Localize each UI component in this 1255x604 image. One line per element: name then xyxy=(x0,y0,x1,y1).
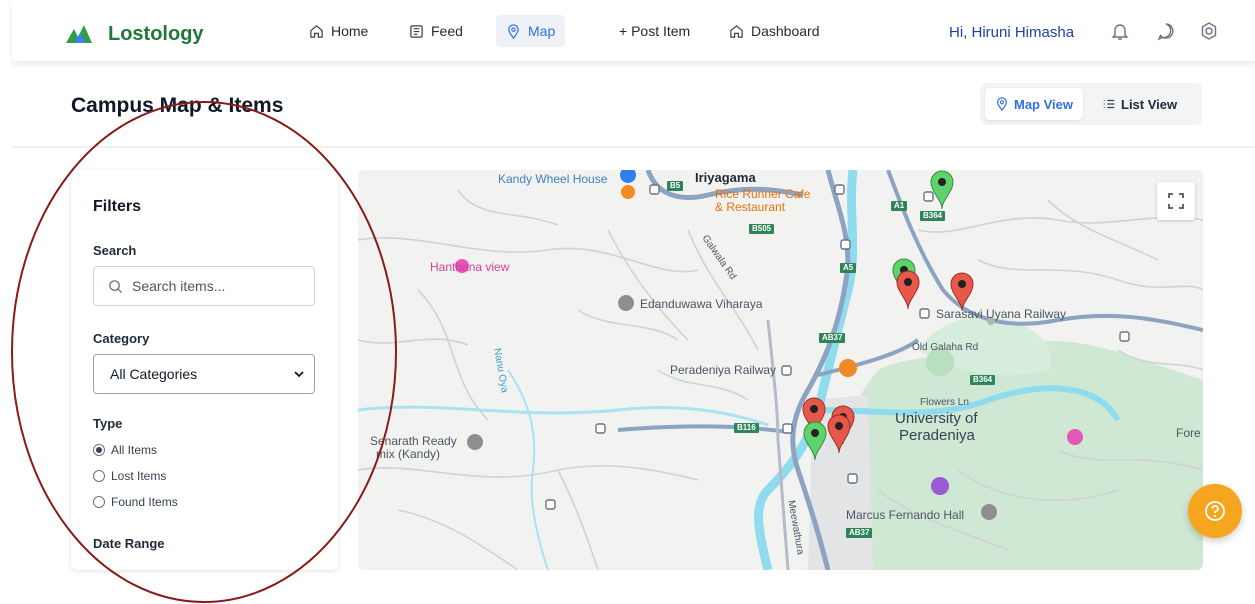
road-tag-ab37-1: AB37 xyxy=(819,333,846,343)
fullscreen-button[interactable] xyxy=(1157,182,1195,220)
help-icon xyxy=(1205,501,1225,521)
bell-icon[interactable] xyxy=(1109,20,1131,42)
map-label-uop-2: Peradeniya xyxy=(899,427,975,444)
type-option-found-label: Found Items xyxy=(111,495,178,509)
road-tag-a5: A5 xyxy=(840,263,857,273)
nav-map-label: Map xyxy=(528,23,556,39)
radio-found-items[interactable] xyxy=(93,496,105,508)
help-button[interactable] xyxy=(1188,484,1242,538)
filters-title: Filters xyxy=(93,198,142,215)
found-item-pin[interactable] xyxy=(802,421,828,461)
dashboard-icon xyxy=(730,24,743,38)
top-navbar: Lostology Home Feed Map + Post Item Dash… xyxy=(12,0,1255,62)
map-view-button[interactable]: Map View xyxy=(985,88,1084,120)
type-option-all-label: All Items xyxy=(111,443,158,457)
search-icon xyxy=(109,280,123,294)
map-label-senarath-1: Senarath Ready xyxy=(370,434,457,448)
nav-post-item-label: + Post Item xyxy=(619,23,691,39)
radio-all-items[interactable] xyxy=(93,444,105,456)
view-toggle: Map View List View xyxy=(980,83,1202,125)
map-label-peradeniya-railway: Peradeniya Railway xyxy=(670,363,777,377)
page-title: Campus Map & Items xyxy=(71,94,284,117)
brand[interactable]: Lostology xyxy=(64,18,204,50)
road-tag-b364-2: B364 xyxy=(970,375,996,385)
category-select[interactable]: All Categories xyxy=(93,354,315,394)
type-option-all[interactable]: All Items xyxy=(93,443,157,457)
road-tag-b116: B116 xyxy=(734,423,759,433)
map-label-flowers: Flowers Ln xyxy=(920,397,969,408)
lost-item-pin[interactable] xyxy=(895,270,921,310)
chevron-down-icon xyxy=(294,371,304,378)
settings-icon[interactable] xyxy=(1198,20,1220,42)
map-label-uop-1: University of xyxy=(895,410,978,427)
fullscreen-icon xyxy=(1168,193,1184,209)
feed-icon xyxy=(410,24,423,38)
nav-dashboard-label: Dashboard xyxy=(751,23,820,39)
type-label: Type xyxy=(93,416,123,431)
map-label-marcus: Marcus Fernando Hall xyxy=(846,508,965,522)
brand-logo-icon xyxy=(66,25,92,43)
map-label-fore: Fore xyxy=(1176,426,1201,440)
search-input[interactable] xyxy=(132,275,302,297)
map-label-hanthana: Hanthana view xyxy=(430,260,510,274)
lost-item-pin[interactable] xyxy=(826,414,852,454)
road-tag-ab37-2: AB37 xyxy=(846,528,873,538)
filters-panel: Filters Search Category All Categories T… xyxy=(71,170,338,570)
campus-map[interactable]: Kandy Wheel House Iriyagama Rice Runner … xyxy=(358,170,1203,570)
road-tag-b364-1: B364 xyxy=(920,211,946,221)
list-view-label: List View xyxy=(1121,96,1178,112)
search-label: Search xyxy=(93,243,137,258)
road-tag-b505: B505 xyxy=(749,224,775,234)
nav-feed-label: Feed xyxy=(431,23,463,39)
lost-item-pin[interactable] xyxy=(949,272,975,312)
map-label-edanduwawa: Edanduwawa Viharaya xyxy=(640,297,763,311)
found-item-pin[interactable] xyxy=(929,170,955,210)
page: Lostology Home Feed Map + Post Item Dash… xyxy=(0,0,1255,604)
user-greeting[interactable]: Hi, Hiruni Himasha xyxy=(949,24,1074,41)
home-icon xyxy=(310,24,323,38)
type-option-lost[interactable]: Lost Items xyxy=(93,469,166,483)
search-field[interactable] xyxy=(93,266,315,306)
brand-name: Lostology xyxy=(108,22,204,45)
nav-post-item[interactable]: + Post Item xyxy=(609,15,700,47)
map-pin-icon xyxy=(508,23,519,39)
map-label-old-galaha: Old Galaha Rd xyxy=(912,342,979,353)
map-label-senarath-2: mix (Kandy) xyxy=(376,447,441,461)
category-select-value: All Categories xyxy=(110,366,198,382)
map-label-rice-runner-2: & Restaurant xyxy=(715,200,786,214)
chat-icon[interactable] xyxy=(1155,20,1177,42)
date-range-label: Date Range xyxy=(93,536,165,551)
category-label: Category xyxy=(93,331,150,346)
list-icon xyxy=(1103,99,1115,109)
map-pin-icon xyxy=(997,97,1007,111)
nav-home[interactable]: Home xyxy=(299,15,378,47)
type-option-found[interactable]: Found Items xyxy=(93,495,178,509)
map-label-kandy-wheel: Kandy Wheel House xyxy=(498,172,608,186)
nav-feed[interactable]: Feed xyxy=(399,15,473,47)
type-option-lost-label: Lost Items xyxy=(111,469,167,483)
road-tag-b5: B5 xyxy=(667,181,684,191)
map-base xyxy=(358,170,1203,570)
nav-home-label: Home xyxy=(331,23,369,39)
radio-lost-items[interactable] xyxy=(93,470,105,482)
map-label-iriyagama: Iriyagama xyxy=(695,170,756,185)
list-view-button[interactable]: List View xyxy=(1092,88,1187,120)
map-label-rice-runner-1: Rice Runner Cafe xyxy=(715,187,811,201)
map-view-label: Map View xyxy=(1014,96,1074,112)
nav-map[interactable]: Map xyxy=(496,15,566,47)
road-tag-a1: A1 xyxy=(891,201,908,211)
nav-dashboard[interactable]: Dashboard xyxy=(719,15,830,47)
header-divider xyxy=(12,146,1255,148)
